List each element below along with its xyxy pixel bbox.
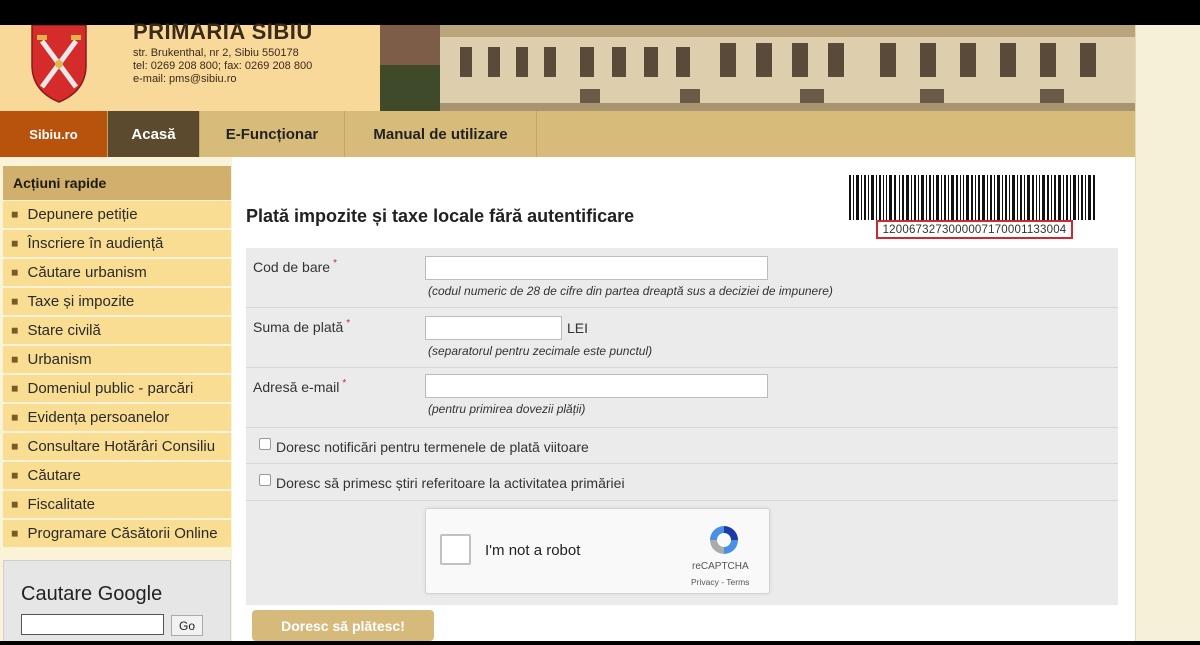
sidebar-item-search[interactable]: ◼ Căutare [3, 462, 231, 489]
google-go-button[interactable]: Go [171, 615, 203, 636]
bottom-black-bar [0, 641, 1200, 645]
recaptcha-logo-icon [710, 526, 738, 554]
google-search-title: Cautare Google [21, 583, 163, 605]
notifications-row: Doresc notificări pentru termenele de pl… [246, 428, 1118, 464]
sidebar-item-marriage[interactable]: ◼ Programare Căsătorii Online [3, 520, 231, 547]
bullet-icon: ◼ [11, 267, 19, 277]
recaptcha-checkbox[interactable] [440, 534, 471, 565]
email-input[interactable] [425, 374, 768, 398]
site-title: PRIMARIA SIBIU [133, 19, 313, 44]
email-row: Adresă e-mail * (pentru primirea dovezii … [246, 368, 1118, 428]
amount-hint: (separatorul pentru zecimale este punctu… [428, 344, 653, 358]
sidebar-item-records[interactable]: ◼ Evidența persoanelor [3, 404, 231, 431]
city-hall-photo [380, 25, 1135, 111]
email-line: e-mail: pms@sibiu.ro [133, 73, 237, 85]
sidebar-item-label: Căutare urbanism [27, 264, 147, 281]
sidebar-item-council-decisions[interactable]: ◼ Consultare Hotărâri Consiliu [3, 433, 231, 460]
payment-form: Cod de bare * (codul numeric de 28 de cif… [246, 248, 1118, 605]
barcode-hint: (codul numeric de 28 de cifre din partea… [428, 284, 833, 298]
nav-e-functionar[interactable]: E-Funcționar [200, 111, 345, 157]
sidebar-item-label: Depunere petiție [27, 206, 138, 223]
amount-row: Suma de plată * LEI (separatorul pentru z… [246, 308, 1118, 368]
sidebar-item-label: Căutare [27, 467, 81, 484]
amount-label-text: Suma de plată [253, 319, 344, 335]
bullet-icon: ◼ [11, 209, 19, 219]
sidebar-item-label: Stare civilă [27, 322, 101, 339]
sidebar-item-label: Înscriere în audiență [27, 235, 164, 252]
amount-unit: LEI [567, 320, 589, 336]
sidebar-item-urbanism[interactable]: ◼ Urbanism [3, 346, 231, 373]
sidebar-item-parking[interactable]: ◼ Domeniul public - parcări [3, 375, 231, 402]
bullet-icon: ◼ [11, 296, 19, 306]
sidebar-item-label: Programare Căsătorii Online [27, 525, 218, 542]
barcode-field-label: Cod de bare * [253, 258, 337, 275]
address-line: str. Brukenthal, nr 2, Sibiu 550178 [133, 47, 299, 59]
pay-submit-button[interactable]: Doresc să plătesc! [252, 610, 434, 641]
nav-home[interactable]: Acasă [108, 111, 200, 157]
sidebar-item-petition[interactable]: ◼ Depunere petiție [3, 201, 231, 228]
barcode-label-text: Cod de bare [253, 259, 331, 275]
nav-user-manual[interactable]: Manual de utilizare [345, 111, 537, 157]
barcode-row: Cod de bare * (codul numeric de 28 de cif… [246, 248, 1118, 308]
sidebar-item-taxes[interactable]: ◼ Taxe și impozite [3, 288, 231, 315]
sidebar-item-label: Taxe și impozite [27, 293, 135, 310]
notifications-checkbox-label[interactable]: Doresc notificări pentru termenele de pl… [276, 439, 589, 455]
bullet-icon: ◼ [11, 499, 19, 509]
recaptcha-label: I'm not a robot [485, 542, 581, 559]
page: PRIMARIA SIBIU str. Brukenthal, nr 2, Si… [0, 0, 1200, 645]
email-field-label: Adresă e-mail * [253, 378, 347, 395]
sidebar-item-label: Fiscalitate [27, 496, 96, 513]
barcode-number: 1200673273000007170001133004 [876, 220, 1073, 239]
sidebar-item-civil-status[interactable]: ◼ Stare civilă [3, 317, 231, 344]
barcode-image [849, 175, 1095, 220]
news-checkbox[interactable] [259, 474, 271, 486]
sidebar-item-label: Domeniul public - parcări [27, 380, 194, 397]
right-margin-panel [1135, 25, 1200, 641]
notifications-checkbox[interactable] [259, 438, 271, 450]
sidebar-item-label: Evidența persoanelor [27, 409, 170, 426]
news-checkbox-label[interactable]: Doresc să primesc știri referitoare la a… [276, 475, 625, 491]
required-marker: * [333, 258, 337, 269]
recaptcha-brand: reCAPTCHA [692, 561, 749, 572]
bullet-icon: ◼ [11, 238, 19, 248]
nav-sibiu-ro[interactable]: Sibiu.ro [0, 111, 108, 157]
bullet-icon: ◼ [11, 325, 19, 335]
bullet-icon: ◼ [11, 528, 19, 538]
sidebar-item-audience[interactable]: ◼ Înscriere în audiență [3, 230, 231, 257]
bullet-icon: ◼ [11, 383, 19, 393]
recaptcha-widget: I'm not a robot reCAPTCHA Privacy - Term… [425, 508, 770, 594]
sidebar-item-label: Urbanism [27, 351, 92, 368]
quick-actions-title: Acțiuni rapide [3, 166, 231, 200]
page-title: Plată impozite și taxe locale fără auten… [246, 206, 635, 226]
main-navigation: Sibiu.ro Acasă E-Funcționar Manual de ut… [0, 111, 1135, 157]
bullet-icon: ◼ [11, 441, 19, 451]
sidebar-item-label: Consultare Hotărâri Consiliu [27, 438, 216, 455]
site-header: PRIMARIA SIBIU str. Brukenthal, nr 2, Si… [0, 19, 1135, 111]
required-marker: * [346, 318, 351, 329]
email-hint: (pentru primirea dovezii plății) [428, 402, 586, 416]
coat-of-arms-logo [31, 25, 87, 103]
amount-field-label: Suma de plată * [253, 318, 351, 335]
google-search-box: Cautare Google Go [3, 560, 231, 645]
recaptcha-privacy-terms-links[interactable]: Privacy - Terms [691, 577, 749, 587]
bullet-icon: ◼ [11, 470, 19, 480]
required-marker: * [342, 378, 347, 389]
amount-input[interactable] [425, 316, 562, 340]
barcode-input[interactable] [425, 256, 768, 280]
phone-line: tel: 0269 208 800; fax: 0269 208 800 [133, 60, 313, 72]
google-search-input[interactable] [21, 614, 164, 635]
news-row: Doresc să primesc știri referitoare la a… [246, 464, 1118, 501]
sidebar-item-fiscal[interactable]: ◼ Fiscalitate [3, 491, 231, 518]
sidebar-item-urbanism-search[interactable]: ◼ Căutare urbanism [3, 259, 231, 286]
main-content: Plată impozite și taxe locale fără auten… [232, 157, 1135, 641]
bullet-icon: ◼ [11, 354, 19, 364]
bullet-icon: ◼ [11, 412, 19, 422]
email-label-text: Adresă e-mail [253, 379, 340, 395]
